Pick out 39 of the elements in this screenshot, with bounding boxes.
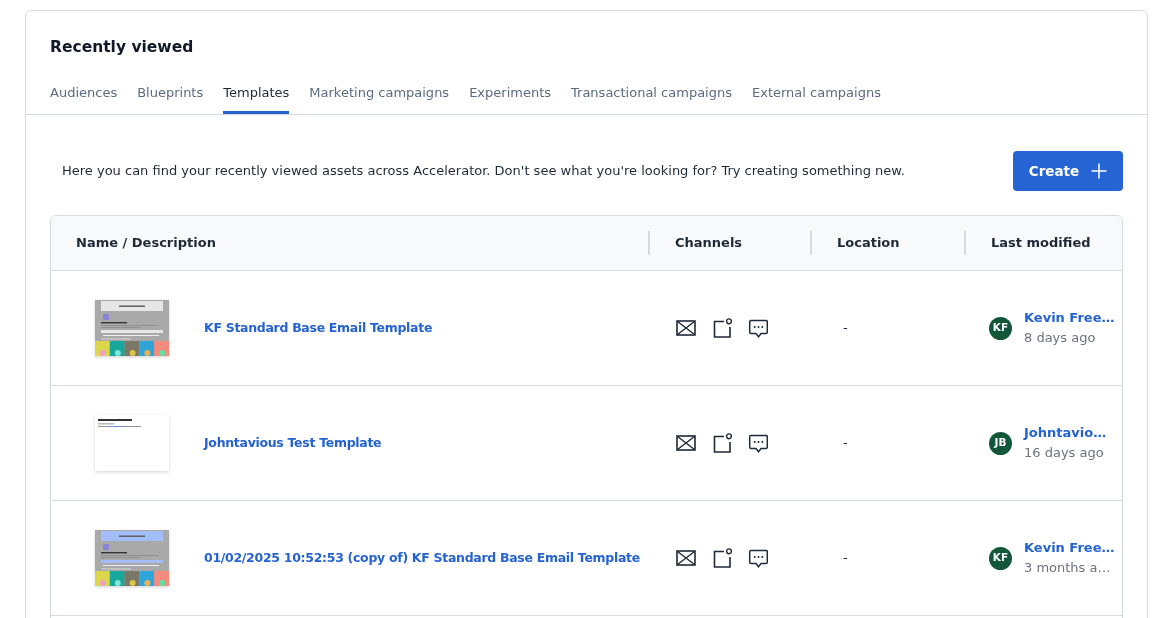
square-dot-icon — [712, 318, 732, 338]
user-avatar: KF — [989, 546, 1012, 570]
square-dot-icon — [712, 548, 732, 568]
chat-bubble-icon — [748, 318, 768, 338]
user-avatar: KF — [989, 316, 1012, 340]
modified-time: 8 days ago — [1024, 329, 1097, 347]
chat-bubble-icon — [748, 548, 768, 568]
location-text: - — [843, 320, 848, 336]
create-button[interactable]: Create — [1013, 151, 1123, 191]
tab[interactable]: Templates — [223, 83, 290, 114]
template-name-link[interactable]: Johntavious Test Template — [204, 433, 382, 453]
section-title: Recently viewed — [50, 37, 195, 57]
chat-bubble-icon — [748, 433, 768, 453]
template-name-link[interactable]: 01/02/2025 10:52:53 (copy of) KF Standard Base Email Template — [204, 548, 640, 568]
template-name-link[interactable]: KF Standard Base Email Template — [204, 318, 433, 338]
envelope-icon — [676, 433, 696, 453]
envelope-icon — [676, 548, 696, 568]
envelope-icon — [676, 318, 696, 338]
plus-icon — [1091, 163, 1108, 179]
modified-time: 16 days ago — [1024, 444, 1105, 462]
tab[interactable]: Experiments — [469, 83, 552, 114]
tab[interactable]: Transactional campaigns — [571, 83, 732, 114]
column-header: Channels — [648, 231, 810, 255]
column-header: Last modified — [964, 231, 1122, 255]
column-header: Location — [810, 231, 964, 255]
square-dot-icon — [712, 433, 732, 453]
tab[interactable]: Audiences — [50, 83, 118, 114]
user-name-link[interactable]: Kevin Free… — [1024, 308, 1115, 328]
user-name-link[interactable]: Johntavio… — [1024, 423, 1107, 443]
intro-text: Here you can find your recently viewed assets across Accelerator. Don't see what you're looking for? Try creating something new. — [62, 162, 905, 180]
user-name-link[interactable]: Kevin Free… — [1024, 538, 1115, 558]
modified-time: 3 months a… — [1024, 559, 1112, 577]
user-avatar: JB — [989, 431, 1012, 455]
location-text: - — [843, 435, 848, 451]
location-text: - — [843, 550, 848, 566]
column-header: Name / Description — [75, 234, 217, 252]
tab[interactable]: External campaigns — [752, 83, 881, 114]
tab[interactable]: Blueprints — [137, 83, 204, 114]
tab[interactable]: Marketing campaigns — [309, 83, 450, 114]
